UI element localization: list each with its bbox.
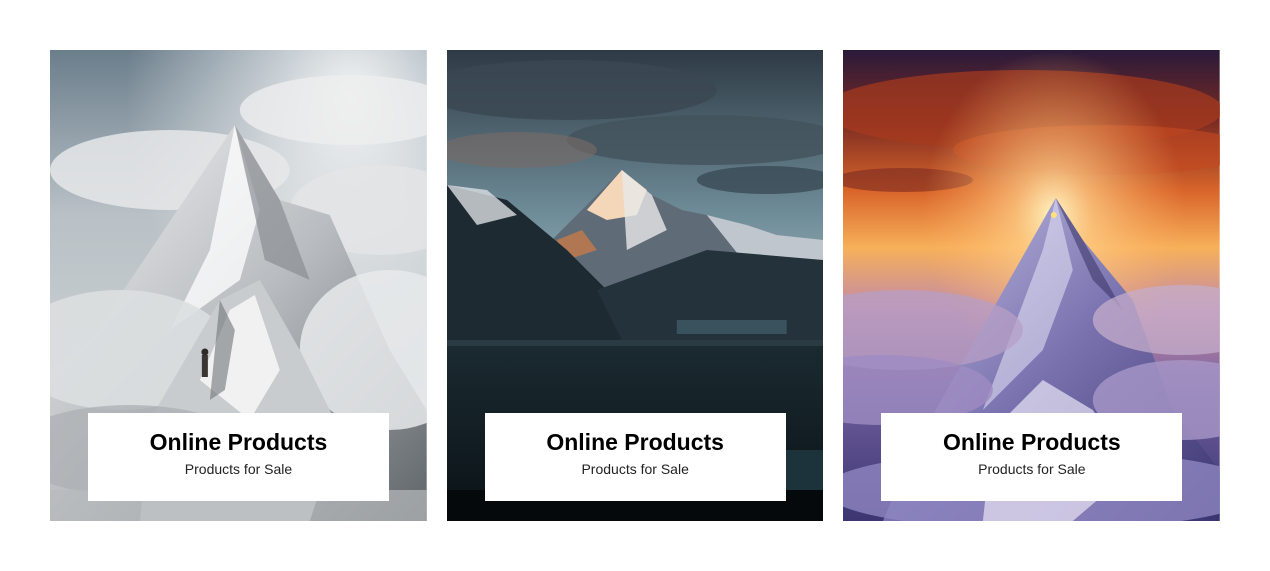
product-card-2[interactable]: Online Products Products for Sale <box>446 50 824 521</box>
card-caption: Online Products Products for Sale <box>484 413 786 501</box>
card-title: Online Products <box>149 429 328 455</box>
card-subtitle: Products for Sale <box>978 461 1086 477</box>
card-caption: Online Products Products for Sale <box>881 413 1183 501</box>
card-title: Online Products <box>943 429 1121 455</box>
card-subtitle: Products for Sale <box>184 461 293 477</box>
card-caption: Online Products Products for Sale <box>88 413 389 501</box>
product-card-grid: Online Products Products for Sale Online… <box>50 50 1221 521</box>
card-title: Online Products <box>546 429 724 455</box>
product-card-3[interactable]: Online Products Products for Sale <box>843 50 1221 521</box>
product-card-1[interactable]: Online Products Products for Sale <box>50 50 427 521</box>
card-subtitle: Products for Sale <box>581 461 689 477</box>
